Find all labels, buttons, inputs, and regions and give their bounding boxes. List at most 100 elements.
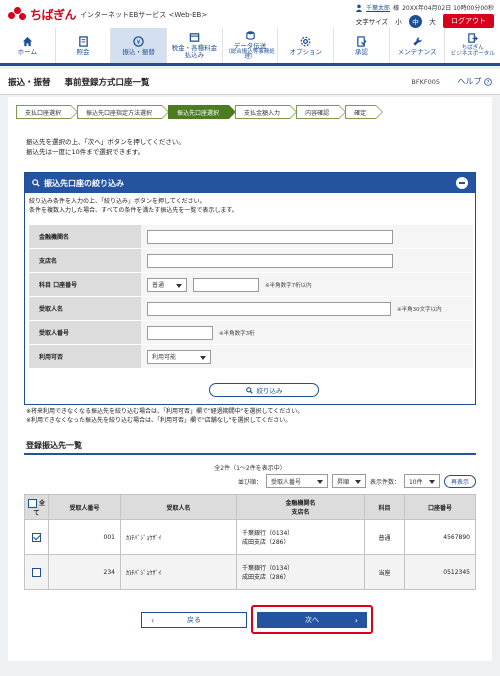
nav-data-transmission[interactable]: データ伝送 （総合振込等事務処理） [223,28,279,63]
sort-label: 並び順： [237,478,262,486]
step-item: 支払口座選択 [16,105,79,119]
bank-branch-cell: 千葉銀行（0134） 成田支店（286） [236,519,365,555]
search-icon [32,179,40,187]
logout-button[interactable]: ログアウト [443,14,494,28]
account-type-select[interactable]: 普通 [147,277,187,292]
filter-row-availability: 利用可否 利用可能 [29,345,473,369]
filter-button[interactable]: 絞り込み [209,383,319,397]
payee-name-cell: ｶ)ﾁﾊﾞｼﾞｮｳｻﾞｲ [120,554,237,590]
account-number-input[interactable] [193,277,259,292]
logo-mark-icon [8,6,28,23]
header-controls: 文字サイズ 小 中 大 ログアウト [356,14,494,28]
bank-logo[interactable]: ちばぎん インターネットEBサービス <Web-EB> [8,6,207,23]
instruction-line: 振込先は一度に10件まで選択できます。 [26,147,145,156]
inquiry-icon [78,35,88,47]
filter-section: 振込先口座の絞り込み 絞り込み条件を入力の上、「絞り込み」ボタンを押してください… [24,172,476,405]
login-datetime: 20XX年04月02日 10時00分00秒 [402,5,494,12]
nav-maintenance[interactable]: メンテナンス [390,28,446,63]
help-label: ヘルプ [457,77,482,86]
bank-header-label: 金融機関名 [285,500,316,507]
branch-name-input[interactable] [147,253,393,268]
account-number-cell: 0512345 [404,554,476,590]
display-count-select[interactable]: 10件 [403,474,440,488]
filter-desc-line: 条件を複数入力した場合、すべての条件を満たす振込先を一覧で表示します。 [29,206,238,214]
payee-name-cell: ｶ)ﾁﾊﾞｼﾞｮｳｻﾞｲ [120,519,237,555]
filter-form: 金融機関名 支店名 科目 口座番号 普通 ※半角数字7桁以内 受取人名 ※半角3… [29,225,473,369]
redisplay-button[interactable]: 再表示 [443,474,476,488]
nav-business-portal[interactable]: ちばぎん ビジネスポータル [445,28,500,63]
subject-cell: 普通 [364,519,405,555]
select-all-header: 全て [24,494,49,520]
next-button[interactable]: 次へ › [257,612,367,628]
maintenance-icon [412,36,422,46]
table-row[interactable]: 234 ｶ)ﾁﾊﾞｼﾞｮｳｻﾞｲ 千葉銀行（0134） 成田支店（286） 当座… [24,554,476,590]
nav-transfer[interactable]: ¥ 振込・振替 [111,28,168,63]
subject-cell: 当座 [364,554,405,590]
font-size-large-button[interactable]: 大 [426,15,439,28]
bank-label: 金融機関名 [29,225,141,248]
back-button[interactable]: ‹ 戻る [141,612,247,628]
filter-header[interactable]: 振込先口座の絞り込み [25,173,475,193]
nav-option[interactable]: オプション [278,28,335,63]
collapse-icon[interactable] [456,177,468,189]
nav-approval[interactable]: 承認 [334,28,390,63]
table-row[interactable]: 001 ｶ)ﾁﾊﾞｼﾞｮｳｻﾞｲ 千葉銀行（0134） 成田支店（286） 普通… [24,519,476,555]
sort-order-select[interactable]: 昇順 [331,474,366,488]
filter-row-bank: 金融機関名 [29,225,473,249]
nav-label: オプション [289,47,322,56]
option-icon [300,36,311,46]
page-title-bar: 振込・振替 事前登録方式口座一覧 BFKF005 ヘルプ ? [0,69,500,95]
user-name-link[interactable]: 千葉太郎 [366,3,390,12]
site-header: ちばぎん インターネットEBサービス <Web-EB> 千葉太郎 様 20XX年… [0,0,500,28]
sort-controls: 並び順： 受取人番号 昇順 表示件数： 10件 再表示 [238,474,476,488]
payee-name-input[interactable] [147,301,391,316]
bank-name-input[interactable] [147,229,393,244]
chevron-left-icon: ‹ [151,615,155,625]
bank-name-text: 千葉銀行（0134） [242,565,294,572]
payee-hint: ※半角30文字以内 [397,306,442,313]
nav-label-2: 払込み [184,51,205,59]
nav-label: 振込・振替 [122,47,155,56]
payee-no-header: 受取人番号 [48,494,121,520]
user-info: 千葉太郎 様 20XX年04月02日 10時00分00秒 [355,3,494,12]
main-panel: 支払口座選択 振込先口座指定方法選択 振込先口座選択 支払金額入力 内容確認 確… [8,97,492,661]
row-checkbox[interactable] [32,532,41,542]
nav-tax-payment[interactable]: 税金・各種料金 払込み [167,28,223,63]
result-count: 全2件（1～2件を表示中） [214,465,286,472]
step-item: 内容確認 [296,105,347,119]
payee-number-input[interactable] [147,325,213,340]
account-header: 口座番号 [404,494,476,520]
payee-table: 全て 受取人番号 受取人名 金融機関名 支店名 科目 口座番号 001 ｶ)ﾁﾊ… [24,494,476,590]
home-icon [22,36,32,46]
payee-no-hint: ※半角数字3桁 [219,330,255,337]
filter-notes: ※将来利用できなくなる振込先を絞り込む場合は、「利用可否」欄で"経過期間中"を選… [26,407,303,425]
page-category: 振込・振替 [8,77,51,88]
user-icon [355,4,363,12]
payee-name-header: 受取人名 [120,494,237,520]
filter-button-label: 絞り込み [256,387,283,395]
account-label: 科目 口座番号 [29,273,141,296]
help-link[interactable]: ヘルプ ? [457,76,492,87]
filter-description: 絞り込み条件を入力の上、「絞り込み」ボタンを押してください。 条件を複数入力した… [29,198,238,215]
instruction-line: 振込先を選択の上、「次へ」ボタンを押してください。 [26,138,185,146]
account-number-cell: 4567890 [404,519,476,555]
availability-label: 利用可否 [29,345,141,368]
nav-inquiry[interactable]: 照会 [56,28,112,63]
back-button-label: 戻る [187,616,201,624]
subject-header: 科目 [364,494,405,520]
select-all-checkbox[interactable] [27,498,37,508]
sort-key-select[interactable]: 受取人番号 [265,474,328,488]
list-divider [24,453,476,455]
font-size-small-button[interactable]: 小 [392,15,405,28]
font-size-label: 文字サイズ [355,18,388,26]
list-title: 登録振込先一覧 [26,441,82,450]
font-size-medium-button[interactable]: 中 [409,14,422,28]
next-button-label: 次へ [305,616,319,624]
availability-select[interactable]: 利用可能 [147,349,211,364]
service-name: インターネットEBサービス <Web-EB> [80,10,208,19]
branch-header-label: 支店名 [291,509,310,516]
page-title: 事前登録方式口座一覧 [64,77,150,88]
filter-row-account: 科目 口座番号 普通 ※半角数字7桁以内 [29,273,473,297]
row-checkbox[interactable] [32,567,41,577]
nav-home[interactable]: ホーム [0,28,56,63]
